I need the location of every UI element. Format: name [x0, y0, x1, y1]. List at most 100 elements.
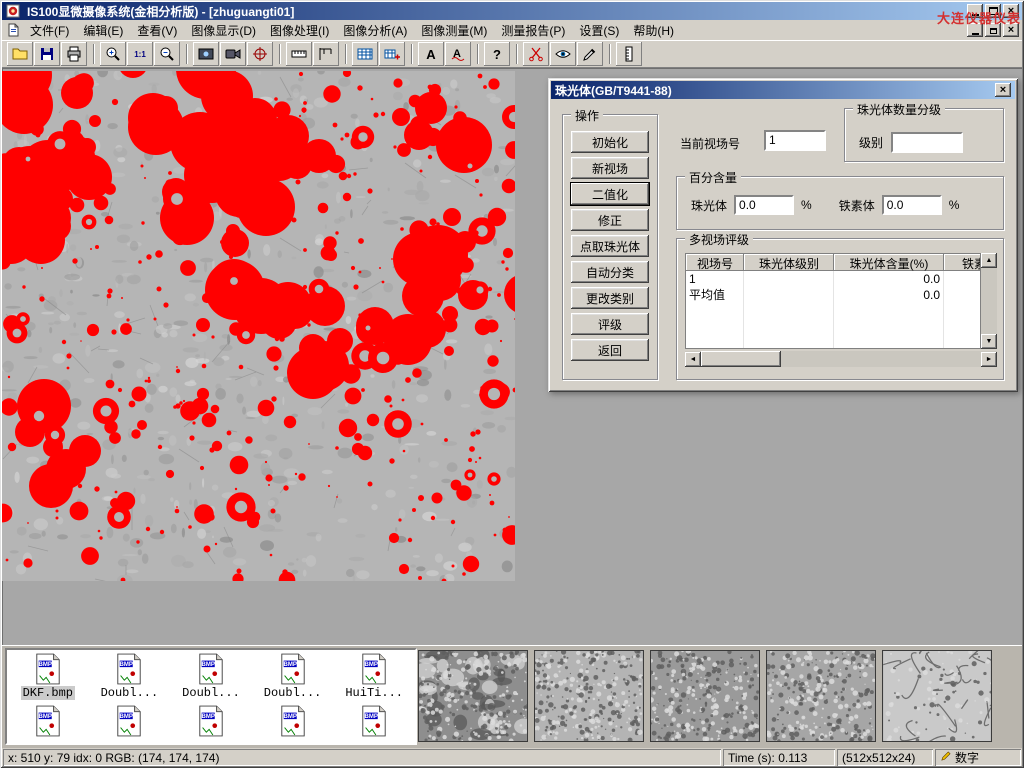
target-button[interactable]	[247, 42, 273, 66]
operation-button-3[interactable]: 二值化	[571, 183, 649, 205]
operation-button-7[interactable]: 更改类别	[571, 287, 649, 309]
eye-button[interactable]	[550, 42, 576, 66]
thumbnail-1[interactable]	[418, 650, 528, 742]
ruler-v-button[interactable]	[616, 42, 642, 66]
svg-text:BMP: BMP	[38, 714, 51, 720]
file-item[interactable]: BMPDoubl...	[170, 653, 252, 700]
grid-column-header-1[interactable]: 视场号	[686, 254, 744, 271]
grid-cell: 平均值	[686, 287, 744, 303]
menu-item-4[interactable]: 图像显示(D)	[184, 19, 263, 42]
scroll-down-icon[interactable]: ▼	[981, 334, 997, 349]
operation-button-2[interactable]: 新视场	[571, 157, 649, 179]
scroll-left-icon[interactable]: ◄	[685, 352, 701, 367]
caliper-button[interactable]	[313, 42, 339, 66]
file-browser-panel: BMPDKF.bmpBMPDoubl...BMPDoubl...BMPDoubl…	[2, 645, 1022, 748]
dialog-title-bar[interactable]: 珠光体(GB/T9441-88) ×	[551, 81, 1015, 99]
menu-item-2[interactable]: 编辑(E)	[76, 19, 130, 42]
scrollbar-track[interactable]	[781, 351, 981, 367]
grid-header-row: 视场号珠光体级别珠光体含量(%)铁素	[686, 254, 980, 271]
operation-button-4[interactable]: 修正	[571, 209, 649, 231]
file-item[interactable]: BMPDoubl...	[89, 653, 171, 700]
zoom-out-button[interactable]	[154, 42, 180, 66]
actual-size-icon: 1:1	[132, 46, 148, 62]
grid-column-header-3[interactable]: 珠光体含量(%)	[834, 254, 944, 271]
child-restore-icon	[990, 28, 997, 34]
menu-item-8[interactable]: 测量报告(P)	[494, 19, 572, 42]
file-label: Doubl...	[99, 686, 161, 700]
file-item[interactable]: BMPDoubl...	[252, 653, 334, 700]
thumbnail-2[interactable]	[534, 650, 644, 742]
horizontal-scrollbar[interactable]: ◄ ►	[685, 351, 997, 367]
child-document-icon[interactable]	[5, 22, 21, 38]
application-window: IS100显微摄像系统(金相分析版) - [zhuguangti01] × 大连…	[0, 0, 1024, 768]
grid-body: 10.0平均值0.0	[686, 271, 980, 349]
thumbnail-3[interactable]	[650, 650, 760, 742]
menu-item-7[interactable]: 图像测量(M)	[414, 19, 494, 42]
svg-text:BMP: BMP	[120, 714, 133, 720]
menu-item-1[interactable]: 文件(F)	[23, 19, 76, 42]
print-button[interactable]	[61, 42, 87, 66]
ferrite-input[interactable]: 0.0	[882, 195, 942, 215]
picker-icon	[582, 46, 598, 62]
file-item[interactable]: BMP	[89, 705, 171, 737]
dialog-close-button[interactable]: ×	[995, 83, 1011, 97]
operation-button-8[interactable]: 评级	[571, 313, 649, 335]
thumbnail-4[interactable]	[766, 650, 876, 742]
file-item[interactable]: BMPDKF.bmp	[7, 653, 89, 700]
svg-text:BMP: BMP	[365, 662, 378, 668]
menu-item-3[interactable]: 查看(V)	[130, 19, 184, 42]
grid-column-header-2[interactable]: 珠光体级别	[744, 254, 834, 271]
scroll-right-icon[interactable]: ►	[981, 352, 997, 367]
file-row-2: BMPBMPBMPBMPBMP	[7, 705, 415, 737]
thumbnail-svg	[419, 651, 527, 741]
help-button[interactable]: ?	[484, 42, 510, 66]
font-edit-button[interactable]: A	[445, 42, 471, 66]
ruler-h-icon	[291, 46, 307, 62]
toolbar-buttons: 1:1 AA?	[7, 41, 643, 67]
file-item[interactable]: BMP	[170, 705, 252, 737]
grid-cell	[834, 303, 944, 319]
workspace: 珠光体(GB/T9441-88) × 操作 初始化新视场二值化修正点取珠光体自动…	[2, 68, 1022, 645]
actual-size-button[interactable]: 1:1	[127, 42, 153, 66]
file-item[interactable]: BMPHuiTi...	[333, 653, 415, 700]
grid-button[interactable]	[352, 42, 378, 66]
menu-item-9[interactable]: 设置(S)	[572, 19, 626, 42]
cut-button[interactable]	[523, 42, 549, 66]
file-item[interactable]: BMP	[7, 705, 89, 737]
operation-button-5[interactable]: 点取珠光体	[571, 235, 649, 257]
menu-item-10[interactable]: 帮助(H)	[626, 19, 681, 42]
thumbnail-svg	[767, 651, 875, 741]
capture-button[interactable]	[193, 42, 219, 66]
scrollbar-thumb[interactable]	[701, 351, 781, 367]
svg-text:BMP: BMP	[201, 714, 214, 720]
scroll-up-icon[interactable]: ▲	[981, 253, 997, 268]
file-item[interactable]: BMP	[252, 705, 334, 737]
file-item[interactable]: BMP	[333, 705, 415, 737]
operation-button-1[interactable]: 初始化	[571, 131, 649, 153]
pearlite-input[interactable]: 0.0	[734, 195, 794, 215]
rating-grid: 视场号珠光体级别珠光体含量(%)铁素 10.0平均值0.0	[685, 253, 981, 349]
title-bar[interactable]: IS100显微摄像系统(金相分析版) - [zhuguangti01] ×	[2, 2, 1022, 20]
grid-column-header-4[interactable]: 铁素	[944, 254, 981, 271]
picker-button[interactable]	[577, 42, 603, 66]
menu-item-5[interactable]: 图像处理(I)	[263, 19, 336, 42]
eye-icon	[555, 46, 571, 62]
level-input[interactable]	[891, 132, 963, 153]
ruler-h-button[interactable]	[286, 42, 312, 66]
save-button[interactable]	[34, 42, 60, 66]
menu-item-6[interactable]: 图像分析(A)	[336, 19, 414, 42]
font-a-button[interactable]: A	[418, 42, 444, 66]
grid-add-button[interactable]	[379, 42, 405, 66]
table-row[interactable]: 10.0	[686, 271, 980, 287]
table-row[interactable]: 平均值0.0	[686, 287, 980, 303]
open-button[interactable]	[7, 42, 33, 66]
micrograph-image[interactable]	[2, 71, 515, 581]
camera-button[interactable]	[220, 42, 246, 66]
multi-field-group-label: 多视场评级	[685, 231, 753, 248]
operation-button-6[interactable]: 自动分类	[571, 261, 649, 283]
current-field-input[interactable]: 1	[764, 130, 826, 151]
zoom-in-button[interactable]	[100, 42, 126, 66]
vertical-scrollbar[interactable]: ▲ ▼	[981, 253, 997, 349]
thumbnail-5[interactable]	[882, 650, 992, 742]
operation-button-9[interactable]: 返回	[571, 339, 649, 361]
